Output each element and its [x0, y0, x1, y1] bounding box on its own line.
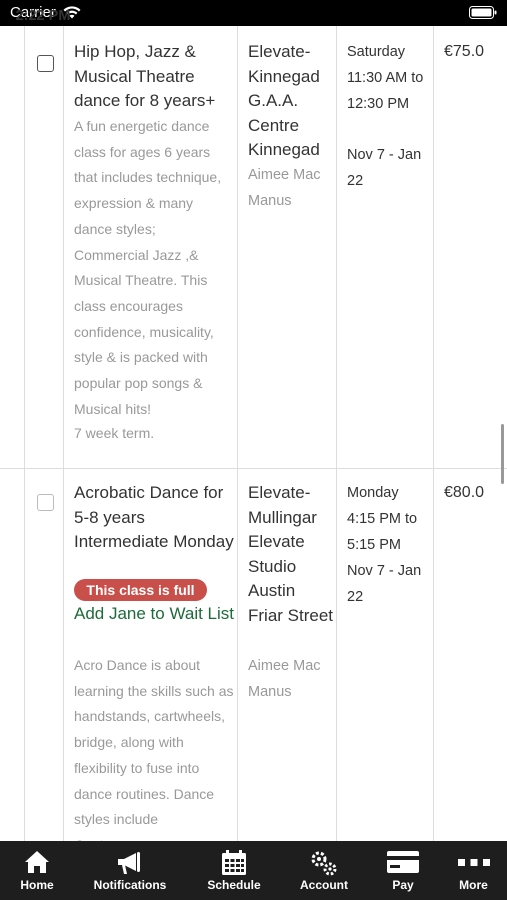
class-location: Elevate-Kinnegad G.A.A. Centre Kinnegad: [248, 42, 320, 159]
tab-label: Schedule: [207, 878, 261, 892]
class-dates: Nov 7 - Jan 22: [347, 147, 422, 189]
class-instructor: Aimee Mac Manus: [248, 658, 321, 700]
class-title: Acrobatic Dance for 5-8 years Intermedia…: [74, 483, 234, 551]
class-time: 4:15 PM to 5:15 PM: [347, 511, 418, 553]
tab-schedule[interactable]: Schedule: [186, 841, 282, 900]
class-full-badge: This class is full: [74, 579, 207, 601]
class-price: €80.0: [444, 484, 484, 501]
class-select-checkbox: [37, 494, 54, 511]
checkbox-cell: [24, 469, 64, 841]
class-time: 11:30 AM to 12:30 PM: [347, 70, 424, 112]
tab-more[interactable]: More: [440, 841, 507, 900]
price-cell: €75.0: [434, 26, 484, 468]
battery-icon: [469, 6, 497, 19]
scroll-indicator[interactable]: [501, 424, 504, 484]
add-to-waitlist-link[interactable]: Add Jane to Wait List: [74, 602, 234, 626]
tab-label: Notifications: [93, 878, 167, 892]
class-instructor: Aimee Mac Manus: [248, 167, 321, 209]
tab-account[interactable]: Account: [282, 841, 366, 900]
class-day: Saturday: [347, 44, 406, 60]
tab-label: More: [459, 878, 488, 892]
tab-label: Home: [20, 878, 54, 892]
tab-label: Pay: [392, 878, 414, 892]
home-icon: [25, 851, 49, 873]
tab-home[interactable]: Home: [0, 841, 74, 900]
class-description: A fun energetic dance class for ages 6 y…: [74, 118, 222, 417]
location-cell: Elevate-Mullingar Elevate Studio Austin …: [238, 469, 337, 841]
more-icon: [457, 859, 490, 866]
class-info-cell: Hip Hop, Jazz & Musical Theatre dance fo…: [64, 26, 238, 468]
table-row: Hip Hop, Jazz & Musical Theatre dance fo…: [0, 26, 507, 469]
class-info-cell: Acrobatic Dance for 5-8 years Intermedia…: [64, 469, 238, 841]
class-title: Hip Hop, Jazz & Musical Theatre dance fo…: [74, 42, 216, 110]
time-cell: Saturday 11:30 AM to 12:30 PM Nov 7 - Ja…: [337, 26, 434, 468]
megaphone-icon: [118, 852, 140, 874]
class-location: Elevate-Mullingar Elevate Studio Austin …: [248, 483, 334, 625]
price-cell: €80.0: [434, 469, 484, 841]
tab-notifications[interactable]: Notifications: [74, 841, 186, 900]
table-row: Acrobatic Dance for 5-8 years Intermedia…: [0, 469, 507, 841]
status-bar: Carrier 2:22 PM: [0, 0, 507, 26]
tab-pay[interactable]: Pay: [366, 841, 440, 900]
class-description: Acro Dance is about learning the skills …: [74, 657, 234, 841]
tab-label: Account: [300, 878, 348, 892]
gears-icon: [311, 851, 337, 876]
class-term: 7 week term.: [74, 425, 155, 441]
location-cell: Elevate-Kinnegad G.A.A. Centre Kinnegad …: [238, 26, 337, 468]
credit-card-icon: [387, 851, 419, 873]
calendar-icon: [222, 850, 246, 875]
class-day: Monday: [347, 485, 399, 501]
class-dates: Nov 7 - Jan 22: [347, 563, 422, 605]
time-cell: Monday 4:15 PM to 5:15 PM Nov 7 - Jan 22: [337, 469, 434, 841]
class-price: €75.0: [444, 43, 484, 60]
tab-bar: Home Notifications Schedule Account Pay …: [0, 841, 507, 900]
class-select-checkbox[interactable]: [37, 55, 54, 72]
class-schedule-table[interactable]: Hip Hop, Jazz & Musical Theatre dance fo…: [0, 26, 507, 841]
checkbox-cell: [24, 26, 64, 468]
